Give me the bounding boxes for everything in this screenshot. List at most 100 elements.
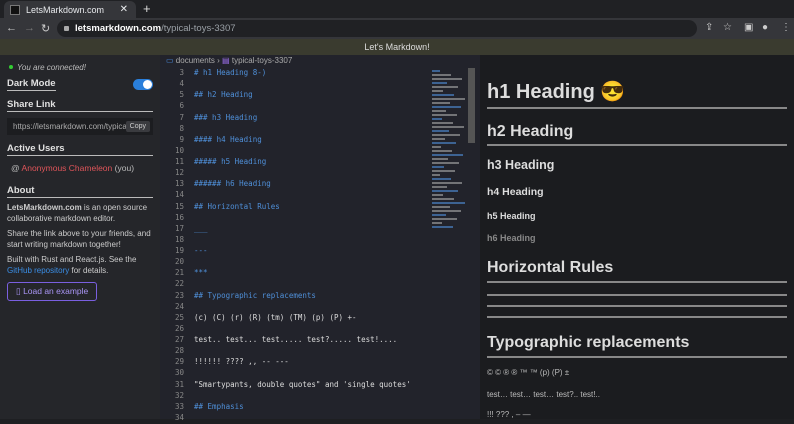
- document-icon: ▯: [16, 286, 21, 296]
- line-text[interactable]: ## Horizontal Rules: [184, 202, 280, 213]
- code-line[interactable]: 28: [160, 346, 430, 357]
- back-icon[interactable]: ←: [6, 22, 17, 34]
- share-link-field[interactable]: https://letsmarkdown.com/typical-toys-33…: [7, 118, 153, 135]
- code-line[interactable]: 31 "Smartypants, double quotes" and 'sing…: [160, 380, 430, 391]
- code-line[interactable]: 12: [160, 168, 430, 179]
- code-line[interactable]: 23 ## Typographic replacements: [160, 291, 430, 302]
- line-text[interactable]: ---: [184, 246, 208, 257]
- line-text[interactable]: [184, 124, 194, 135]
- bookmark-icon[interactable]: ☆: [723, 22, 732, 33]
- code-line[interactable]: 26: [160, 324, 430, 335]
- new-tab-button[interactable]: +: [143, 1, 151, 16]
- code-line[interactable]: 11 ##### h5 Heading: [160, 157, 430, 168]
- line-text[interactable]: [184, 235, 194, 246]
- code-line[interactable]: 13 ###### h6 Heading: [160, 179, 430, 190]
- github-link[interactable]: GitHub repository: [7, 266, 69, 275]
- line-text[interactable]: [184, 168, 194, 179]
- sidebar: You are connected! Dark Mode Share Link …: [0, 55, 160, 419]
- code-line[interactable]: 16: [160, 213, 430, 224]
- minimap-line: [432, 190, 458, 192]
- code-line[interactable]: 29!!!!!! ???? ,, -- ---: [160, 357, 430, 368]
- line-text[interactable]: ##### h5 Heading: [184, 157, 266, 168]
- dark-mode-toggle[interactable]: [133, 79, 153, 90]
- code-line[interactable]: 21 ***: [160, 268, 430, 279]
- breadcrumb-file[interactable]: typical-toys-3307: [232, 56, 292, 65]
- line-text[interactable]: [184, 213, 194, 224]
- sidebar-icon[interactable]: ▣: [744, 22, 753, 33]
- reload-icon[interactable]: ↻: [41, 22, 50, 35]
- line-text[interactable]: ### h3 Heading: [184, 113, 257, 124]
- line-text[interactable]: ***: [184, 268, 208, 279]
- minimap[interactable]: [432, 68, 466, 268]
- minimap-line: [432, 174, 440, 176]
- code-line[interactable]: 32: [160, 391, 430, 402]
- line-text[interactable]: [184, 101, 194, 112]
- share-icon[interactable]: ⇪: [705, 22, 713, 33]
- share-url[interactable]: https://letsmarkdown.com/typical-toys-33…: [13, 122, 126, 131]
- line-text[interactable]: [184, 391, 194, 402]
- line-text[interactable]: ___: [184, 224, 208, 235]
- code-line[interactable]: 7 ### h3 Heading: [160, 113, 430, 124]
- code-line[interactable]: 19 ---: [160, 246, 430, 257]
- code-line[interactable]: 10: [160, 146, 430, 157]
- line-text[interactable]: !!!!!! ???? ,, -- ---: [184, 357, 289, 368]
- code-line[interactable]: 18: [160, 235, 430, 246]
- code-line[interactable]: 30: [160, 368, 430, 379]
- code-line[interactable]: 27 test.. test... test..... test?..... te…: [160, 335, 430, 346]
- line-text[interactable]: [184, 368, 194, 379]
- line-text[interactable]: #### h4 Heading: [184, 135, 262, 146]
- code-line[interactable]: 34: [160, 413, 430, 424]
- line-text[interactable]: [184, 324, 194, 335]
- profile-icon[interactable]: ●: [762, 22, 768, 33]
- h2-rule: [487, 144, 787, 146]
- line-text[interactable]: [184, 79, 194, 90]
- line-number: 15: [174, 201, 184, 211]
- line-number: 5: [179, 90, 184, 100]
- code-line[interactable]: 8: [160, 124, 430, 135]
- code-line[interactable]: 14: [160, 190, 430, 201]
- menu-icon[interactable]: ⋮: [781, 22, 791, 33]
- code-line[interactable]: 33 ## Emphasis: [160, 402, 430, 413]
- user-item: @ Anonymous Chameleon (you): [11, 163, 153, 173]
- load-example-button[interactable]: ▯ Load an example: [7, 282, 98, 301]
- code-line[interactable]: 3 # h1 Heading 8-): [160, 68, 430, 79]
- code-line[interactable]: 9 #### h4 Heading: [160, 135, 430, 146]
- code-line[interactable]: 5 ## h2 Heading: [160, 90, 430, 101]
- code-line[interactable]: 6: [160, 101, 430, 112]
- copy-button[interactable]: Copy: [125, 121, 150, 132]
- minimap-line: [432, 154, 463, 156]
- code-line[interactable]: 17 ___: [160, 224, 430, 235]
- line-text[interactable]: [184, 346, 194, 357]
- breadcrumb-folder[interactable]: documents: [176, 56, 215, 65]
- browser-tab[interactable]: LetsMarkdown.com ✕: [4, 1, 136, 18]
- code-line[interactable]: 4: [160, 79, 430, 90]
- code-line[interactable]: 22: [160, 279, 430, 290]
- code-lines[interactable]: 3 # h1 Heading 8-) 4 5 ## h2 Heading 6 7 ### h3…: [160, 68, 430, 424]
- editor-scrollbar[interactable]: [468, 68, 475, 143]
- line-text[interactable]: "Smartypants, double quotes" and 'single…: [184, 380, 411, 391]
- line-text[interactable]: test.. test... test..... test?..... test…: [184, 335, 397, 346]
- line-text[interactable]: ## Typographic replacements: [184, 291, 316, 302]
- url-input[interactable]: letsmarkdown.com/typical-toys-3307: [57, 20, 697, 37]
- code-line[interactable]: 20: [160, 257, 430, 268]
- line-text[interactable]: [184, 190, 194, 201]
- close-tab-icon[interactable]: ✕: [120, 4, 128, 15]
- code-line[interactable]: 25 (c) (C) (r) (R) (tm) (TM) (p) (P) +-: [160, 313, 430, 324]
- editor-pane[interactable]: ▭ documents › ▤ typical-toys-3307 3 # h1 …: [160, 55, 480, 422]
- folder-icon: ▭: [166, 56, 174, 65]
- line-text[interactable]: ## Emphasis: [184, 402, 244, 413]
- code-line[interactable]: 24: [160, 302, 430, 313]
- line-text[interactable]: [184, 302, 194, 313]
- forward-icon[interactable]: →: [24, 22, 35, 34]
- line-text[interactable]: [184, 279, 194, 290]
- line-text[interactable]: (c) (C) (r) (R) (tm) (TM) (p) (P) +-: [184, 313, 357, 324]
- line-text[interactable]: [184, 146, 194, 157]
- line-text[interactable]: ###### h6 Heading: [184, 179, 271, 190]
- preview-text: © © ® ® ™ ™ (p) (P) ±: [487, 368, 570, 377]
- line-text[interactable]: [184, 257, 194, 268]
- line-text[interactable]: ## h2 Heading: [184, 90, 253, 101]
- line-text[interactable]: # h1 Heading 8-): [184, 68, 266, 79]
- line-text[interactable]: [184, 413, 194, 424]
- app-header: Let's Markdown!: [0, 39, 794, 55]
- code-line[interactable]: 15 ## Horizontal Rules: [160, 202, 430, 213]
